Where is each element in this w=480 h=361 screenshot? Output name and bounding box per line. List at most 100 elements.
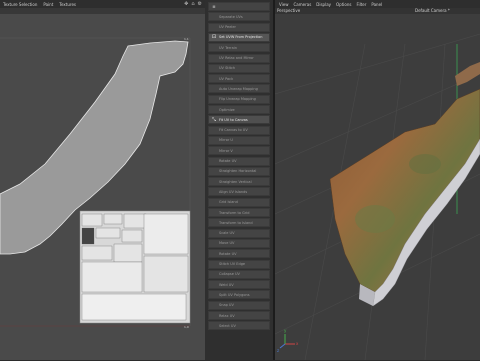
command-item[interactable]: Weld UV bbox=[208, 280, 270, 290]
command-label: Mirror U bbox=[219, 138, 233, 143]
uv-editor-pane[interactable]: Texture Selection Paint Textures ✥ ⌂ ⚙ 1… bbox=[0, 0, 205, 360]
command-label: Collapse UV bbox=[219, 272, 240, 277]
terrain-spit bbox=[455, 62, 480, 86]
menu-options[interactable]: Options bbox=[336, 2, 351, 7]
menu-panel[interactable]: Panel bbox=[371, 2, 382, 7]
axis-gizmo: x y z bbox=[277, 328, 299, 353]
camera-name[interactable]: Default Camera * bbox=[415, 8, 450, 13]
command-label: UV Peeler bbox=[219, 25, 236, 30]
uv-toolbar-icons: ✥ ⌂ ⚙ bbox=[184, 1, 202, 7]
command-label: Flip Unwrap Mapping bbox=[219, 97, 256, 102]
command-item[interactable]: Split UV Polygons bbox=[208, 290, 270, 300]
uv-canvas-svg bbox=[0, 37, 191, 327]
command-item[interactable]: Transform to Island bbox=[208, 218, 270, 228]
command-label: Relax UV bbox=[219, 313, 235, 318]
uv-coord-bottom: 1,0 bbox=[184, 325, 189, 329]
move-icon[interactable]: ✥ bbox=[184, 1, 188, 7]
command-item[interactable]: ⤡ Fit UV to Canvas bbox=[208, 115, 270, 125]
command-label: Transform to Island bbox=[219, 220, 253, 225]
command-item[interactable]: Optimize bbox=[208, 105, 270, 114]
viewport-pane[interactable]: View Cameras Display Options Filter Pane… bbox=[274, 0, 480, 361]
axis-z-label: z bbox=[277, 348, 279, 353]
viewport-label: Perspective bbox=[277, 8, 301, 13]
command-label: Grid Island bbox=[219, 200, 238, 205]
command-item[interactable]: Auto Unwrap Mapping bbox=[208, 84, 270, 94]
command-label: Auto Unwrap Mapping bbox=[219, 86, 258, 91]
menu-texture-selection[interactable]: Texture Selection bbox=[3, 2, 37, 7]
uv-coord-top: 1,1 bbox=[184, 37, 189, 41]
command-label: Select UV bbox=[219, 323, 236, 328]
command-item[interactable]: Flip Unwrap Mapping bbox=[208, 94, 270, 104]
command-item[interactable]: Snap UV bbox=[208, 300, 270, 310]
command-label: Fit Canvas to UV bbox=[219, 128, 248, 133]
lock-icon[interactable]: ⌂ bbox=[191, 1, 194, 7]
command-item[interactable]: ⊡ Set UVW From Projection bbox=[208, 32, 270, 42]
command-item[interactable]: UV Peeler bbox=[208, 22, 270, 32]
menu-view[interactable]: View bbox=[279, 2, 289, 7]
command-item[interactable]: ▪ bbox=[208, 2, 270, 11]
command-item[interactable]: Separate UVs bbox=[208, 12, 270, 22]
command-item[interactable]: Transform to Grid bbox=[208, 208, 270, 217]
command-item[interactable]: Rotate UV bbox=[208, 249, 270, 259]
command-label: Align UV Islands bbox=[219, 189, 248, 194]
command-label: UV Stitch bbox=[219, 66, 236, 71]
command-label: Snap UV bbox=[219, 303, 234, 308]
menu-textures[interactable]: Textures bbox=[59, 2, 76, 7]
settings-icon[interactable]: ⚙ bbox=[198, 1, 202, 7]
projection-icon: ⊡ bbox=[211, 34, 217, 41]
command-label: Straighten Horizontal bbox=[219, 169, 257, 174]
command-item[interactable]: Mirror U bbox=[208, 135, 270, 145]
command-label: Fit UV to Canvas bbox=[219, 117, 248, 122]
command-item[interactable]: Move UV bbox=[208, 238, 270, 248]
command-label: Transform to Grid bbox=[219, 210, 250, 215]
command-label: Weld UV bbox=[219, 282, 234, 287]
terrain-vegetation-2 bbox=[409, 154, 441, 174]
command-item[interactable]: Relax UV bbox=[208, 311, 270, 320]
menu-display[interactable]: Display bbox=[316, 2, 331, 7]
command-label: UV Terrain bbox=[219, 45, 237, 50]
command-label: Mirror V bbox=[219, 148, 233, 153]
command-item[interactable]: Collapse UV bbox=[208, 269, 270, 279]
fit-icon: ⤡ bbox=[211, 116, 216, 123]
command-item[interactable]: Align UV Islands bbox=[208, 187, 270, 197]
command-item[interactable]: UV Terrain bbox=[208, 43, 270, 53]
command-label: UV Pack bbox=[219, 76, 234, 81]
viewport-svg: x y z bbox=[274, 33, 480, 361]
command-label: Separate UVs bbox=[219, 14, 243, 19]
command-label: Set UVW From Projection bbox=[219, 35, 263, 40]
command-item[interactable]: Straighten Horizontal bbox=[208, 166, 270, 176]
command-item[interactable]: UV Pack bbox=[208, 74, 270, 84]
command-item[interactable]: UV Stitch bbox=[208, 63, 270, 73]
command-item[interactable]: Fit Canvas to UV bbox=[208, 125, 270, 135]
uv-canvas[interactable]: 1,1 1,0 bbox=[0, 14, 205, 360]
command-label: Straighten Vertical bbox=[219, 179, 252, 184]
command-label: Optimize bbox=[219, 107, 235, 112]
command-item[interactable]: Grid Island bbox=[208, 197, 270, 207]
terrain-vegetation bbox=[355, 205, 395, 233]
menu-filter[interactable]: Filter bbox=[356, 2, 366, 7]
command-label: Scale UV bbox=[219, 231, 235, 236]
command-label: UV Relax and Mirror bbox=[219, 56, 254, 60]
menu-paint[interactable]: Paint bbox=[43, 2, 53, 7]
command-item[interactable]: Mirror V bbox=[208, 146, 270, 156]
command-item[interactable]: Stitch UV Edge bbox=[208, 259, 270, 269]
command-item[interactable]: Rotate UV bbox=[208, 156, 270, 166]
command-list: ▪ Separate UVs UV Peeler ⊡ Set UVW From Proj… bbox=[205, 0, 273, 360]
uv-menubar: Texture Selection Paint Textures ✥ ⌂ ⚙ bbox=[0, 0, 205, 8]
command-label: Rotate UV bbox=[219, 159, 237, 163]
command-item[interactable]: Scale UV bbox=[208, 228, 270, 238]
axis-x-label: x bbox=[296, 341, 299, 346]
command-item[interactable]: Select UV bbox=[208, 321, 270, 331]
uv-atlas-islands bbox=[81, 213, 189, 321]
viewport-canvas[interactable]: x y z bbox=[274, 14, 480, 361]
axis-y-label: y bbox=[284, 328, 287, 333]
command-item[interactable]: UV Relax and Mirror bbox=[208, 53, 270, 63]
menu-cameras[interactable]: Cameras bbox=[294, 2, 312, 7]
command-label: Stitch UV Edge bbox=[219, 262, 246, 266]
command-icon: ▪ bbox=[212, 3, 216, 10]
command-item[interactable]: Straighten Vertical bbox=[208, 177, 270, 187]
command-label: Split UV Polygons bbox=[219, 292, 250, 297]
command-label: Rotate UV bbox=[219, 251, 237, 256]
command-label: Move UV bbox=[219, 241, 235, 246]
viewport-menubar: View Cameras Display Options Filter Pane… bbox=[275, 0, 480, 8]
